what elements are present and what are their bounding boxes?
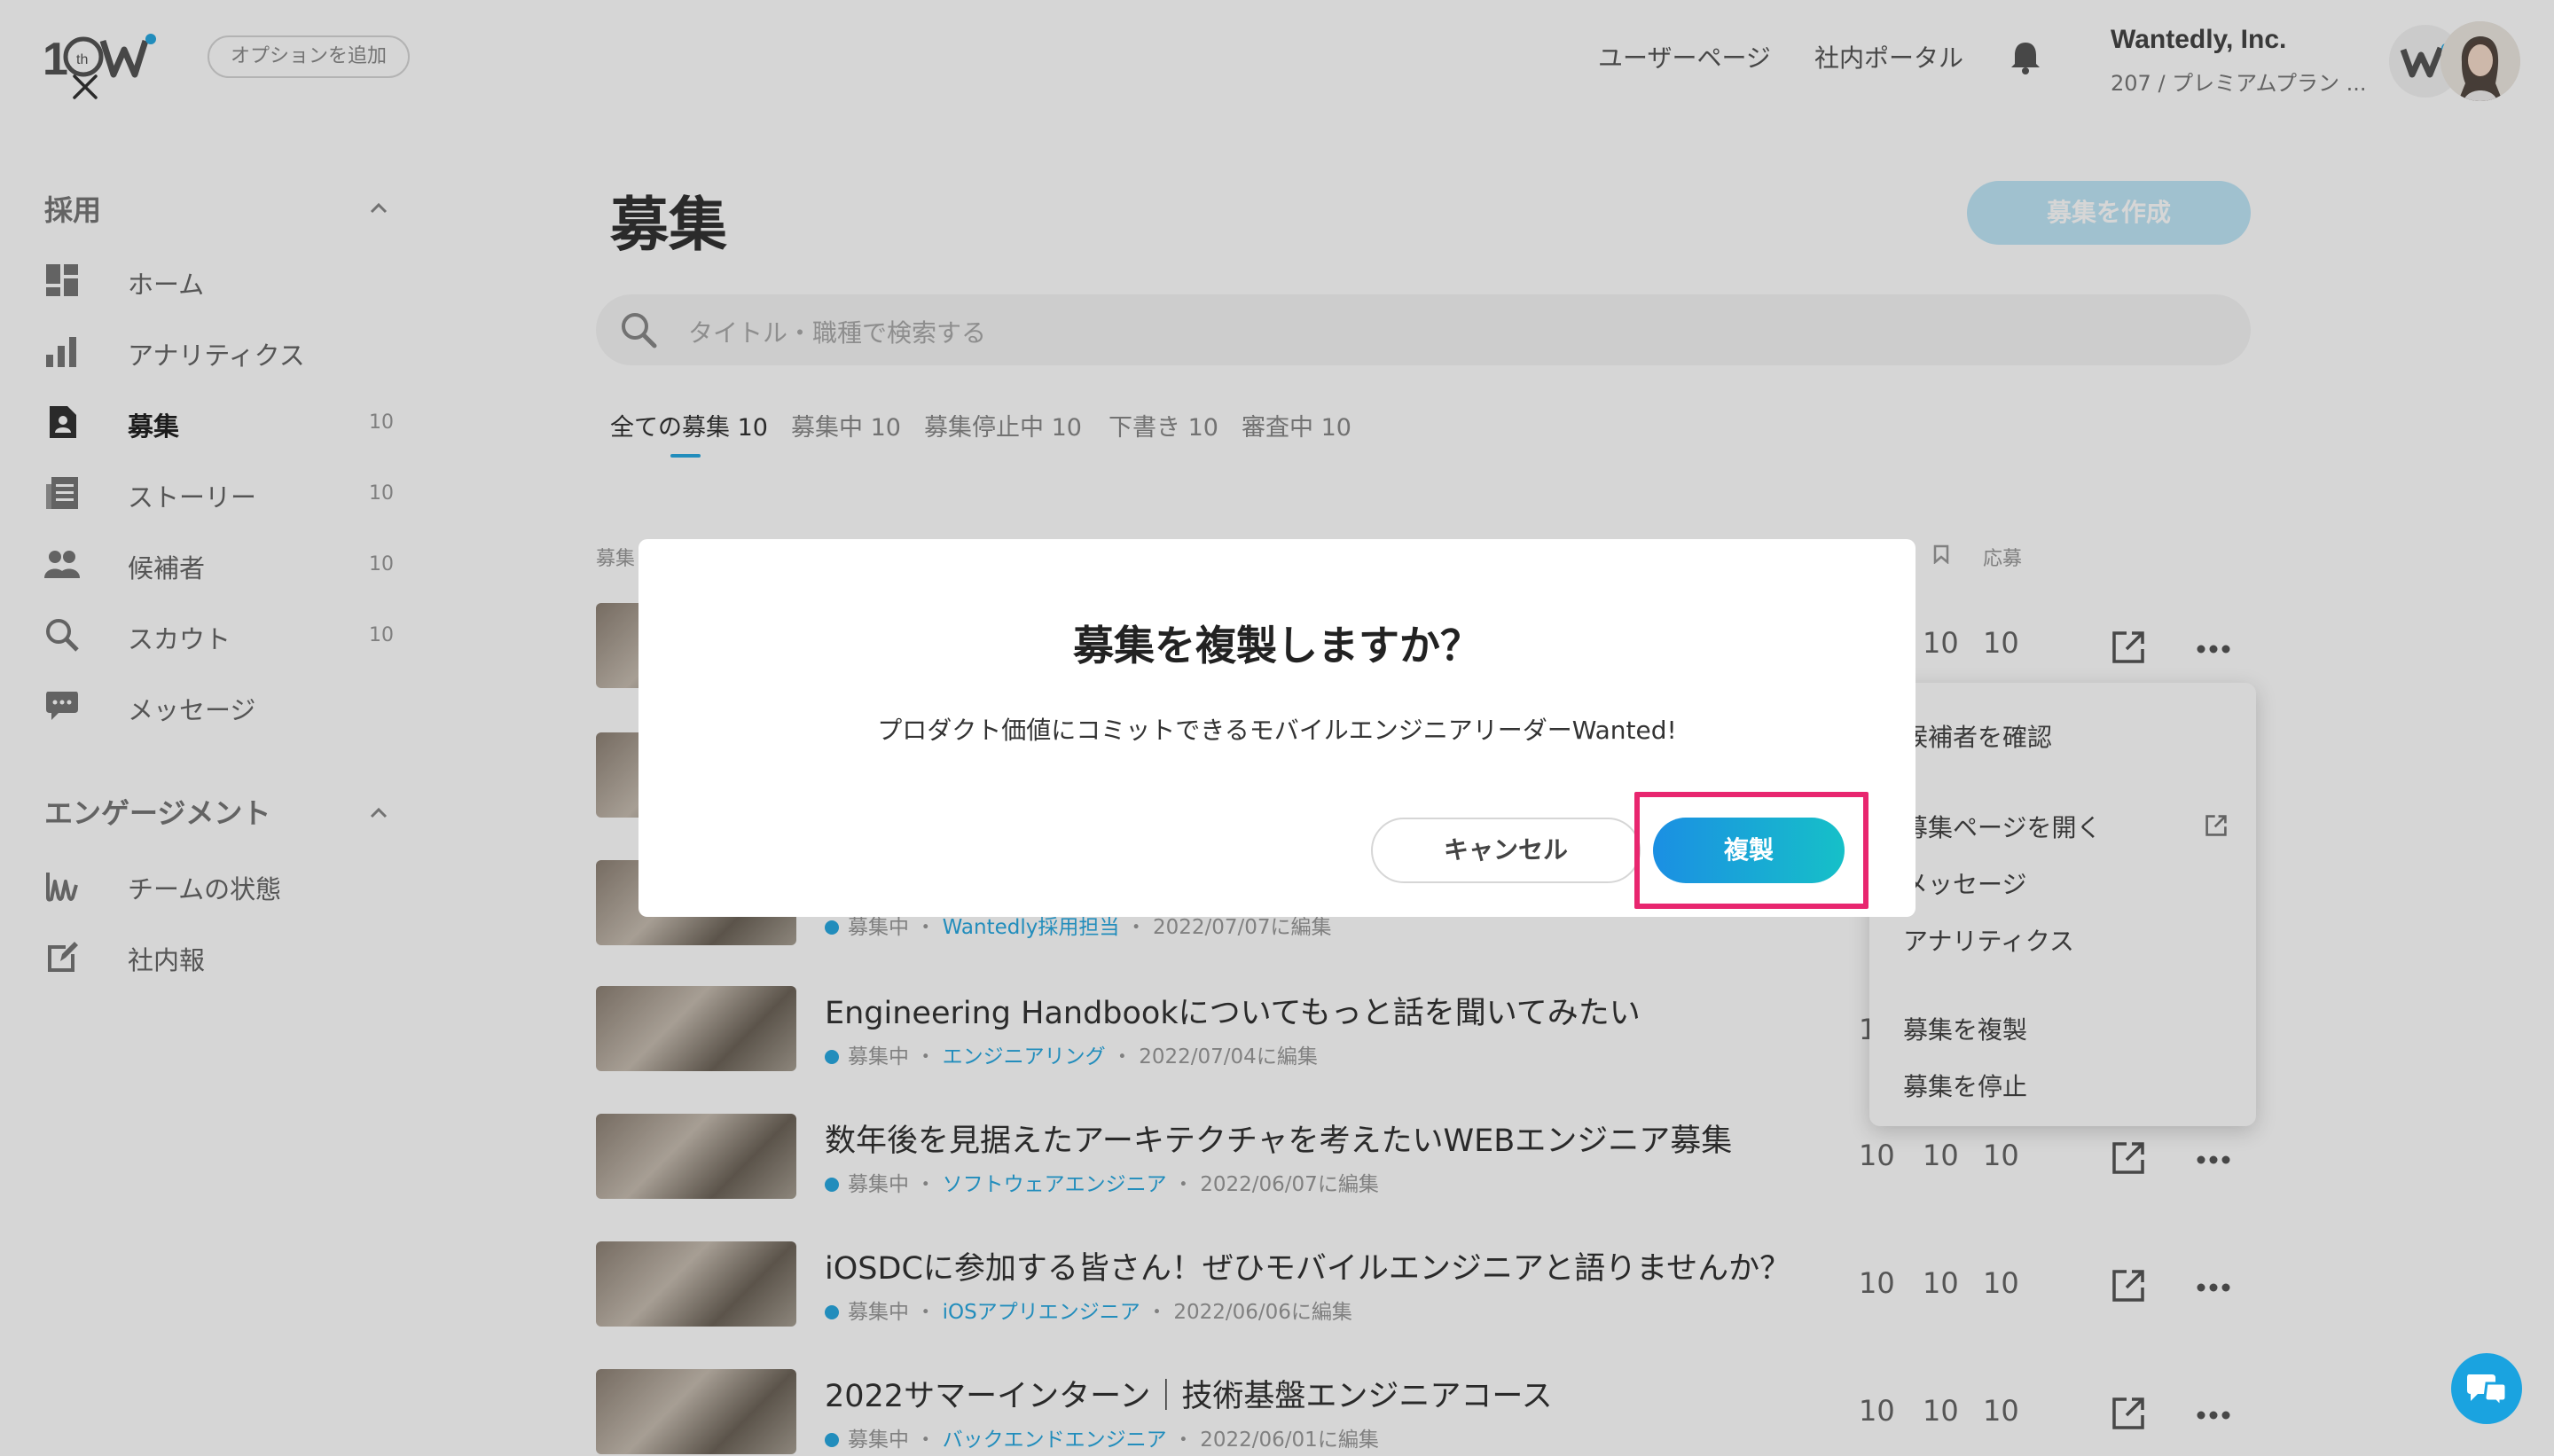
dialog-message: プロダクト価値にコミットできるモバイルエンジニアリーダーWanted! [877,716,1677,745]
dialog-title: 募集を複製しますか？ [1073,622,1481,669]
cancel-button[interactable]: キャンセル [1371,818,1641,883]
duplicate-confirm-dialog: 募集を複製しますか？ プロダクト価値にコミットできるモバイルエンジニアリーダーW… [638,539,1916,917]
highlight-frame [1634,792,1868,909]
chat-icon [2467,1374,2508,1410]
chat-support-button[interactable] [2451,1353,2522,1424]
